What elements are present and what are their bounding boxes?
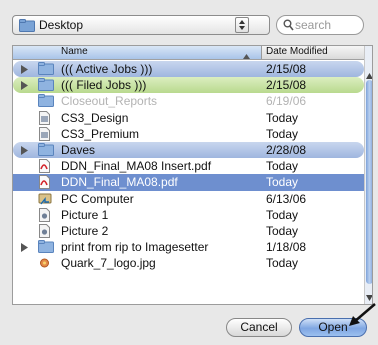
disclosure-triangle-icon[interactable] [21, 145, 28, 158]
folder-icon [38, 78, 54, 94]
file-row[interactable]: DDN_Final_MA08 Insert.pdf Today [13, 158, 364, 174]
date-modified: Today [266, 126, 299, 141]
date-modified: Today [266, 159, 299, 174]
file-name: ((( Active Jobs ))) [61, 62, 153, 76]
search-icon [283, 19, 294, 34]
date-modified: 6/13/06 [266, 191, 307, 206]
date-column-label[interactable]: Date Modified [266, 46, 328, 57]
file-row[interactable]: Daves 2/28/08 [13, 141, 364, 159]
search-placeholder: search [295, 18, 332, 32]
popup-arrows-icon [235, 17, 249, 33]
date-modified: 6/19/06 [266, 94, 307, 109]
file-name: CS3_Design [61, 110, 129, 125]
disclosure-triangle-icon[interactable] [21, 81, 28, 93]
file-row[interactable]: CS3_Design Today [13, 110, 364, 126]
date-modified: Today [266, 175, 299, 190]
date-modified: 2/15/08 [266, 78, 307, 93]
date-modified: 1/18/08 [266, 240, 307, 255]
file-row[interactable]: ((( Filed Jobs ))) 2/15/08 [13, 77, 364, 94]
file-row[interactable]: ((( Active Jobs ))) 2/15/08 [13, 61, 364, 78]
date-modified: Today [266, 223, 299, 238]
file-name: PC Computer [61, 191, 134, 206]
location-popup[interactable]: Desktop [12, 15, 270, 35]
jpg-icon [38, 256, 51, 273]
pointer-arrow-icon [348, 303, 376, 330]
disclosure-triangle-icon[interactable] [21, 243, 28, 255]
disclosure-triangle-icon[interactable] [21, 65, 28, 77]
name-column-header[interactable]: Name [13, 46, 262, 59]
name-column-label: Name [61, 46, 88, 57]
file-name: Daves [61, 142, 96, 157]
file-row[interactable]: DDN_Final_MA08.pdf Today [13, 174, 364, 191]
file-row[interactable]: CS3_Premium Today [13, 126, 364, 142]
file-name: ((( Filed Jobs ))) [61, 78, 147, 93]
file-name: Picture 1 [61, 207, 109, 222]
date-modified: Today [266, 110, 299, 125]
open-dialog: Desktop search Name Date Modified ((( Ac… [0, 0, 378, 345]
file-name: CS3_Premium [61, 126, 140, 141]
folder-icon [38, 94, 54, 110]
location-label: Desktop [39, 18, 84, 32]
file-name: Picture 2 [61, 223, 109, 238]
file-row[interactable]: Closeout_Reports 6/19/06 [13, 93, 364, 109]
column-header: Name Date Modified [13, 46, 364, 60]
file-name: DDN_Final_MA08 Insert.pdf [61, 159, 212, 174]
folder-icon [19, 19, 35, 35]
file-name: Quark_7_logo.jpg [61, 256, 156, 271]
date-modified: Today [266, 207, 299, 222]
file-browser[interactable]: Name Date Modified ((( Active Jobs ))) 2/… [12, 45, 373, 305]
date-modified: 2/28/08 [266, 142, 307, 157]
file-name: Closeout_Reports [61, 94, 158, 109]
file-row[interactable]: Picture 2 Today [13, 223, 364, 239]
file-row[interactable]: Picture 1 Today [13, 207, 364, 223]
folder-icon [38, 240, 54, 256]
scroll-thumb[interactable] [366, 80, 372, 284]
folder-icon [38, 62, 54, 78]
file-name: DDN_Final_MA08.pdf [61, 175, 178, 190]
file-list: ((( Active Jobs ))) 2/15/08((( Filed Jobs… [13, 61, 364, 271]
file-row[interactable]: Quark_7_logo.jpg Today [13, 255, 364, 271]
file-row[interactable]: print from rip to Imagesetter 1/18/08 [13, 239, 364, 255]
file-name: print from rip to Imagesetter [61, 240, 209, 255]
file-row[interactable]: PC Computer 6/13/06 [13, 191, 364, 207]
date-modified: Today [266, 256, 299, 271]
search-field[interactable]: search [276, 15, 364, 35]
vertical-scrollbar[interactable] [364, 46, 372, 304]
folder-icon [38, 142, 54, 159]
date-modified: 2/15/08 [266, 62, 307, 76]
cancel-button[interactable]: Cancel [226, 318, 292, 337]
